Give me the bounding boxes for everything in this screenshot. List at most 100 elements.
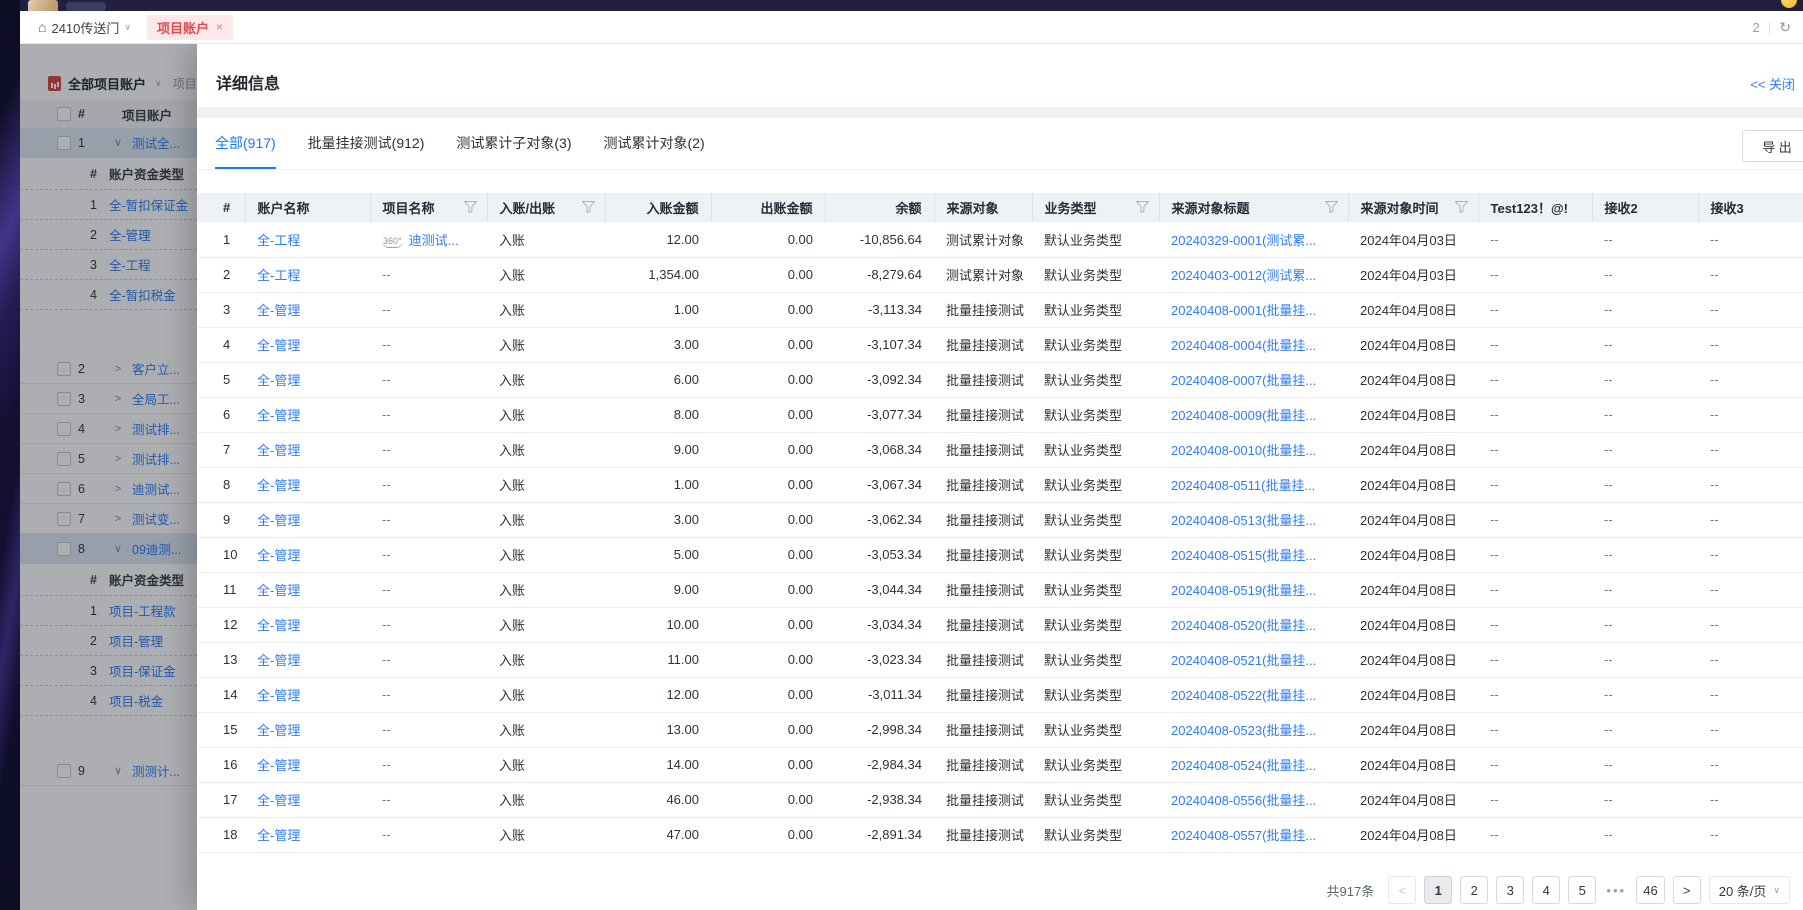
cell-recv2: -- (1592, 467, 1698, 502)
account-link[interactable]: 全-管理 (257, 618, 300, 633)
source-title-link[interactable]: 20240408-0523(批量挂... (1171, 723, 1316, 738)
cell-biz_type: 默认业务类型 (1032, 677, 1159, 712)
account-link[interactable]: 全-管理 (257, 793, 300, 808)
cell-source: 批量挂接测试 (934, 642, 1032, 677)
filter-icon[interactable] (1325, 201, 1338, 216)
detail-tabs: 全部(917) 批量挂接测试(912) 测试累计子对象(3) 测试累计对象(2) (215, 118, 737, 169)
cell-source: 批量挂接测试 (934, 572, 1032, 607)
page-button-5[interactable]: 5 (1568, 876, 1596, 904)
total-count: 共917条 (1327, 881, 1375, 900)
source-title-link[interactable]: 20240408-0521(批量挂... (1171, 653, 1316, 668)
source-title-link[interactable]: 20240408-0010(批量挂... (1171, 443, 1316, 458)
page-button-46[interactable]: 46 (1636, 876, 1664, 904)
source-title-link[interactable]: 20240408-0511(批量挂... (1171, 478, 1315, 493)
filter-icon[interactable] (464, 201, 477, 216)
cell-direction: 入账 (487, 222, 605, 257)
cell-test123: -- (1478, 607, 1592, 642)
cell-source: 批量挂接测试 (934, 607, 1032, 642)
page-button-3[interactable]: 3 (1496, 876, 1524, 904)
source-title-link[interactable]: 20240408-0004(批量挂... (1171, 338, 1316, 353)
source-title-link[interactable]: 20240408-0513(批量挂... (1171, 513, 1316, 528)
source-title-link[interactable]: 20240408-0515(批量挂... (1171, 548, 1316, 563)
cell-biz_type: 默认业务类型 (1032, 572, 1159, 607)
cell-source_title: 20240408-0520(批量挂... (1159, 607, 1348, 642)
account-link[interactable]: 全-管理 (257, 478, 300, 493)
cell-in_amount: 9.00 (605, 572, 711, 607)
filter-icon[interactable] (1136, 201, 1149, 216)
account-link[interactable]: 全-管理 (257, 408, 300, 423)
page-button-1[interactable]: 1 (1424, 876, 1452, 904)
account-link[interactable]: 全-工程 (257, 233, 300, 248)
source-title-link[interactable]: 20240408-0522(批量挂... (1171, 688, 1316, 703)
account-link[interactable]: 全-管理 (257, 443, 300, 458)
source-title-link[interactable]: 20240408-0520(批量挂... (1171, 618, 1316, 633)
cell-recv3: -- (1698, 257, 1803, 292)
refresh-icon[interactable]: ↻ (1779, 19, 1791, 36)
drawer-mask[interactable] (20, 44, 197, 910)
cell-out_amount: 0.00 (711, 257, 825, 292)
source-title-link[interactable]: 20240408-0519(批量挂... (1171, 583, 1316, 598)
account-link[interactable]: 全-管理 (257, 723, 300, 738)
tab-project-account[interactable]: 项目账户 × (147, 15, 233, 40)
home-menu[interactable]: ⌂ 2410传送门 ∨ (38, 18, 131, 37)
detail-tab-1[interactable]: 批量挂接测试(912) (308, 118, 425, 169)
source-title-link[interactable]: 20240329-0001(测试累... (1171, 233, 1316, 248)
account-link[interactable]: 全-管理 (257, 303, 300, 318)
page-size-select[interactable]: 20 条/页 ∨ (1709, 876, 1790, 904)
source-title-link[interactable]: 20240408-0007(批量挂... (1171, 373, 1316, 388)
cell-project: -- (370, 782, 487, 817)
account-link[interactable]: 全-管理 (257, 583, 300, 598)
project-link[interactable]: 迪测试... (409, 233, 459, 248)
avatar[interactable] (28, 0, 58, 11)
account-link[interactable]: 全-管理 (257, 548, 300, 563)
cell-project: -- (370, 327, 487, 362)
cell-recv2: -- (1592, 432, 1698, 467)
cell-account: 全-管理 (245, 292, 370, 327)
source-title-link[interactable]: 20240408-0001(批量挂... (1171, 303, 1316, 318)
cell-test123: -- (1478, 362, 1592, 397)
source-title-link[interactable]: 20240408-0556(批量挂... (1171, 793, 1316, 808)
close-icon[interactable]: × (216, 20, 223, 34)
source-title-link[interactable]: 20240403-0012(测试累... (1171, 268, 1316, 283)
account-link[interactable]: 全-管理 (257, 513, 300, 528)
detail-tab-3[interactable]: 测试累计对象(2) (604, 118, 705, 169)
account-link[interactable]: 全-管理 (257, 653, 300, 668)
cell-test123: -- (1478, 677, 1592, 712)
cell-in_amount: 12.00 (605, 677, 711, 712)
cell-source_time: 2024年04月08日 (1348, 607, 1478, 642)
detail-tab-2[interactable]: 测试累计子对象(3) (456, 118, 571, 169)
account-link[interactable]: 全-管理 (257, 688, 300, 703)
source-title-link[interactable]: 20240408-0009(批量挂... (1171, 408, 1316, 423)
cell-account: 全-管理 (245, 537, 370, 572)
account-link[interactable]: 全-管理 (257, 338, 300, 353)
search-pill[interactable] (66, 2, 106, 11)
export-button[interactable]: 导 出 (1742, 130, 1803, 162)
account-link[interactable]: 全-管理 (257, 828, 300, 843)
cell-test123: -- (1478, 292, 1592, 327)
source-title-link[interactable]: 20240408-0524(批量挂... (1171, 758, 1316, 773)
cell-recv2: -- (1592, 537, 1698, 572)
cell-biz_type: 默认业务类型 (1032, 222, 1159, 257)
account-link[interactable]: 全-管理 (257, 758, 300, 773)
page-button-4[interactable]: 4 (1532, 876, 1560, 904)
close-drawer-link[interactable]: << 关闭 (1750, 74, 1795, 93)
ellipsis-icon[interactable]: ••• (1604, 883, 1628, 898)
cell-recv3: -- (1698, 467, 1803, 502)
table-row: 19全-管理--入账48.000.00-2,843.34批量挂接测试默认业务类型… (197, 852, 1803, 862)
col-header-source: 来源对象 (934, 193, 1032, 222)
filter-icon[interactable] (1455, 201, 1468, 216)
account-link[interactable]: 全-工程 (257, 268, 300, 283)
account-link[interactable]: 全-管理 (257, 373, 300, 388)
cell-biz_type: 默认业务类型 (1032, 362, 1159, 397)
cell-direction: 入账 (487, 572, 605, 607)
next-page-button[interactable]: > (1673, 876, 1701, 904)
cell-test123: -- (1478, 397, 1592, 432)
cell-direction: 入账 (487, 537, 605, 572)
detail-tab-0[interactable]: 全部(917) (215, 118, 276, 169)
cell-test123: -- (1478, 712, 1592, 747)
source-title-link[interactable]: 20240408-0557(批量挂... (1171, 828, 1316, 843)
filter-icon[interactable] (582, 201, 595, 216)
page-button-2[interactable]: 2 (1460, 876, 1488, 904)
cell-source_time: 2024年04月08日 (1348, 327, 1478, 362)
cell-num: 4 (197, 327, 245, 362)
